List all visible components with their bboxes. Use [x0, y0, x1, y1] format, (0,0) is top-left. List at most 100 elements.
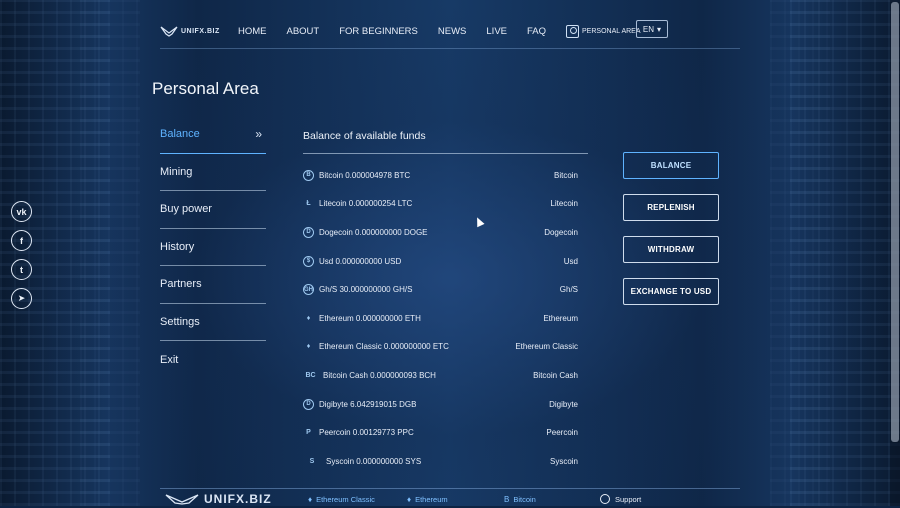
sidebar-item-settings[interactable]: Settings — [160, 304, 266, 341]
balance-amount: Dogecoin 0.000000000 DOGE — [319, 227, 428, 237]
footer-link-ethereum[interactable]: ♦ Ethereum — [407, 495, 448, 504]
vk-icon[interactable]: vk — [11, 201, 32, 222]
peercoin-icon: P — [306, 429, 311, 437]
digibyte-icon: D — [303, 398, 314, 410]
balance-row-ethereum-classic: ♦ Ethereum Classic 0.000000000 ETC Ether… — [303, 333, 578, 362]
balance-currency: Digibyte — [549, 399, 578, 409]
footer-logo-text: UNIFX.BIZ — [204, 492, 272, 506]
sidebar-item-label: History — [160, 240, 195, 253]
bitcoin-icon: B — [303, 169, 314, 181]
double-chevron-right-icon: » — [255, 127, 262, 142]
footer-link-ethereum-classic[interactable]: ♦ Ethereum Classic — [308, 495, 375, 504]
replenish-button[interactable]: REPLENISH — [623, 194, 719, 221]
withdraw-button[interactable]: WITHDRAW — [623, 236, 719, 263]
dogecoin-icon: D — [303, 226, 314, 238]
user-icon — [566, 24, 580, 38]
logo-wings-icon — [160, 26, 178, 37]
sidebar-item-partners[interactable]: Partners — [160, 266, 266, 304]
footer-logo[interactable]: UNIFX.BIZ — [164, 492, 272, 506]
nav-news[interactable]: NEWS — [438, 26, 467, 37]
nav-home[interactable]: HOME — [238, 26, 267, 37]
balance-row-litecoin: Ł Litecoin 0.000000254 LTC Litecoin — [303, 190, 578, 219]
balance-row-dogecoin: D Dogecoin 0.000000000 DOGE Dogecoin — [303, 218, 578, 247]
telegram-icon[interactable]: ➤ — [11, 288, 32, 309]
nav-live[interactable]: LIVE — [486, 26, 507, 37]
logo[interactable]: UNIFX.BIZ — [160, 25, 238, 37]
balance-currency: Dogecoin — [544, 227, 578, 237]
language-value: EN — [642, 24, 655, 34]
balance-list: B Bitcoin 0.000004978 BTC Bitcoin Ł Lite… — [303, 161, 578, 476]
ethereum-classic-icon: ♦ — [308, 495, 313, 504]
sidebar: Balance » Mining Buy power History Partn… — [160, 116, 266, 379]
balance-button[interactable]: BALANCE — [623, 152, 719, 179]
sidebar-item-label: Mining — [160, 165, 193, 178]
support-label: Support — [615, 494, 642, 504]
scrollbar-thumb[interactable] — [891, 2, 899, 442]
balance-amount: Bitcoin Cash 0.000000093 BCH — [323, 370, 436, 380]
balance-row-peercoin: P Peercoin 0.00129773 PPC Peercoin — [303, 418, 578, 447]
syscoin-icon: S — [309, 457, 315, 465]
usd-icon: $ — [303, 255, 314, 267]
litecoin-icon: Ł — [306, 200, 311, 208]
social-links: vk f t ➤ — [11, 201, 32, 309]
server-rack-right-inner — [770, 0, 830, 506]
scrollbar[interactable] — [890, 0, 900, 506]
balance-currency: Syscoin — [549, 456, 578, 466]
balance-currency: Litecoin — [550, 199, 578, 209]
balance-amount: Syscoin 0.000000000 SYS — [326, 456, 422, 466]
balance-row-ghs: GH Gh/S 30.000000000 GH/S Gh/S — [303, 275, 578, 304]
balance-amount: Ethereum 0.000000000 ETH — [319, 313, 421, 323]
balance-currency: Peercoin — [546, 428, 578, 438]
top-nav: UNIFX.BIZ HOME ABOUT FOR BEGINNERS NEWS … — [160, 14, 740, 48]
sidebar-item-balance[interactable]: Balance » — [160, 116, 266, 154]
page-title: Personal Area — [152, 79, 259, 98]
sidebar-item-mining[interactable]: Mining — [160, 154, 266, 191]
logo-wings-icon — [165, 494, 199, 505]
balance-row-usd: $ Usd 0.000000000 USD Usd — [303, 247, 578, 276]
footer-support[interactable]: Support — [600, 494, 641, 504]
action-buttons: BALANCE REPLENISH WITHDRAW EXCHANGE TO U… — [623, 152, 719, 320]
balance-currency: Gh/S — [559, 285, 578, 295]
sidebar-item-label: Partners — [160, 278, 202, 291]
caret-down-icon: ▾ — [657, 24, 662, 34]
logo-text: UNIFX.BIZ — [181, 27, 220, 35]
support-icon — [600, 494, 610, 504]
nav-for-beginners[interactable]: FOR BEGINNERS — [339, 26, 418, 37]
balance-amount: Peercoin 0.00129773 PPC — [319, 428, 414, 438]
balance-row-digibyte: D Digibyte 6.042919015 DGB Digibyte — [303, 390, 578, 419]
balance-amount: Litecoin 0.000000254 LTC — [319, 199, 413, 209]
twitter-icon[interactable]: t — [11, 259, 32, 280]
language-select[interactable]: EN ▾ — [636, 20, 668, 38]
personal-area-label: PERSONAL AREA — [582, 27, 641, 35]
balance-row-bitcoin-cash: BC Bitcoin Cash 0.000000093 BCH Bitcoin … — [303, 361, 578, 390]
nav-divider — [160, 48, 740, 49]
sidebar-item-label: Exit — [160, 353, 179, 366]
exchange-to-usd-button[interactable]: EXCHANGE TO USD — [623, 278, 719, 305]
balance-amount: Bitcoin 0.000004978 BTC — [319, 170, 411, 180]
balance-row-ethereum: ♦ Ethereum 0.000000000 ETH Ethereum — [303, 304, 578, 333]
footer-divider — [160, 488, 740, 489]
nav-faq[interactable]: FAQ — [527, 26, 546, 37]
footer-link-bitcoin[interactable]: B Bitcoin — [504, 495, 536, 504]
ethereum-icon: ♦ — [407, 495, 412, 504]
balance-title: Balance of available funds — [303, 130, 426, 142]
balance-amount: Digibyte 6.042919015 DGB — [319, 399, 417, 409]
ghs-icon: GH — [303, 284, 314, 296]
balance-row-bitcoin: B Bitcoin 0.000004978 BTC Bitcoin — [303, 161, 578, 190]
sidebar-item-history[interactable]: History — [160, 229, 266, 266]
nav-personal-area[interactable]: PERSONAL AREA — [566, 24, 641, 38]
facebook-icon[interactable]: f — [11, 230, 32, 251]
ethereum-icon: ♦ — [306, 314, 311, 322]
sidebar-item-label: Buy power — [160, 203, 212, 216]
sidebar-item-exit[interactable]: Exit — [160, 341, 266, 379]
balance-currency: Usd — [563, 256, 578, 266]
sidebar-item-buy-power[interactable]: Buy power — [160, 191, 266, 229]
balance-divider — [303, 153, 588, 154]
footer-link-label: Ethereum — [415, 495, 448, 504]
nav-about[interactable]: ABOUT — [287, 26, 320, 37]
server-rack-left-inner — [80, 0, 140, 506]
ethereum-classic-icon: ♦ — [306, 343, 311, 351]
footer-link-label: Bitcoin — [513, 495, 536, 504]
sidebar-item-label: Balance — [160, 128, 200, 141]
balance-amount: Gh/S 30.000000000 GH/S — [319, 285, 413, 295]
